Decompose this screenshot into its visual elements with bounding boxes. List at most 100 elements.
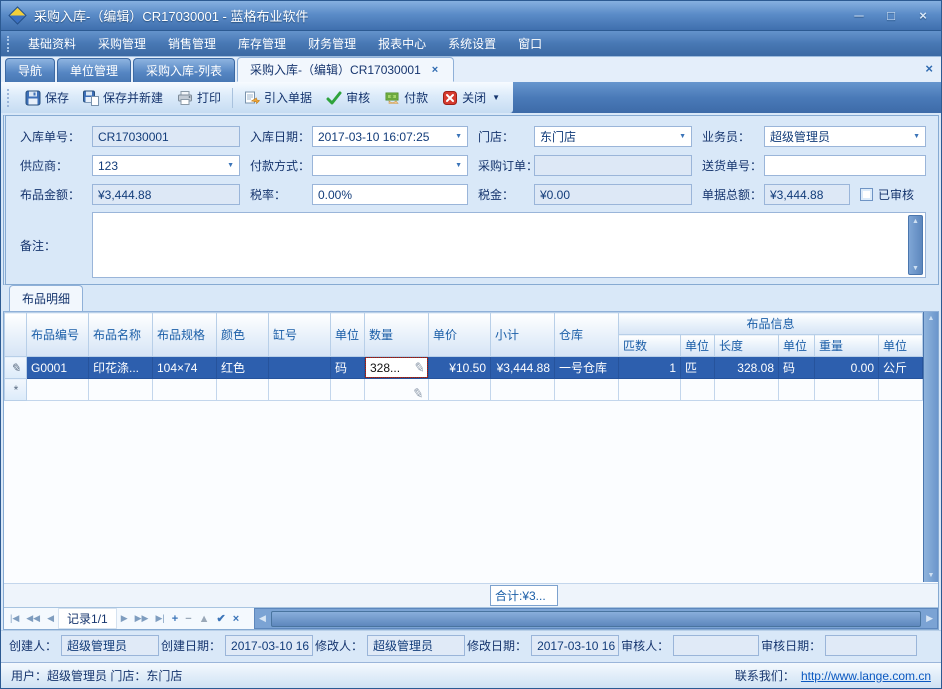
menu-settings[interactable]: 系统设置 (437, 31, 507, 56)
cell-length[interactable]: 328.08 (715, 357, 779, 379)
tab-purchase-list[interactable]: 采购入库-列表 (133, 58, 235, 82)
scroll-right-icon[interactable]: ▶ (922, 613, 937, 624)
tabstrip-close-icon[interactable]: × (925, 62, 933, 75)
col-header-length-unit[interactable]: 单位 (779, 335, 815, 357)
col-header-subtotal[interactable]: 小计 (491, 313, 555, 357)
col-header-code[interactable]: 布品编号 (27, 313, 89, 357)
qty-value[interactable]: 328... (370, 361, 414, 375)
next-page-button[interactable]: ▶▶ (132, 613, 152, 624)
qty-editor[interactable]: 328... ✎ (365, 357, 428, 378)
col-header-spec[interactable]: 布品规格 (153, 313, 217, 357)
payment-button[interactable]: 付款 (377, 86, 435, 109)
tab-purchase-edit[interactable]: 采购入库-（编辑）CR17030001 × (237, 57, 454, 82)
col-header-pieces-unit[interactable]: 单位 (681, 335, 715, 357)
grid-new-row[interactable]: * ✎ (5, 379, 923, 401)
remarks-textarea[interactable]: ▲ ▼ (92, 212, 926, 278)
grid-vertical-scrollbar[interactable]: ▲ ▼ (923, 312, 938, 582)
close-button[interactable]: × (913, 8, 933, 23)
cell-empty[interactable] (429, 379, 491, 401)
last-record-button[interactable]: ▶| (152, 613, 167, 624)
chevron-down-icon[interactable]: ▼ (451, 133, 462, 140)
minimize-button[interactable]: ─ (849, 8, 869, 23)
cell-empty[interactable] (491, 379, 555, 401)
cell-weight-unit[interactable]: 公斤 (879, 357, 923, 379)
chevron-down-icon[interactable]: ▼ (223, 162, 234, 169)
post-record-button[interactable]: ✔ (214, 612, 229, 625)
cell-qty-editor[interactable]: 328... ✎ (365, 357, 429, 379)
menu-purchase[interactable]: 采购管理 (87, 31, 157, 56)
col-header-length[interactable]: 长度 (715, 335, 779, 357)
audit-button[interactable]: 审核 (319, 86, 377, 109)
website-link[interactable]: http://www.lange.com.cn (801, 669, 931, 683)
col-header-warehouse[interactable]: 仓库 (555, 313, 619, 357)
chevron-down-icon[interactable]: ▼ (451, 162, 462, 169)
cell-empty[interactable] (217, 379, 269, 401)
scroll-down-icon[interactable]: ▼ (912, 265, 919, 272)
col-header-weight[interactable]: 重量 (815, 335, 879, 357)
delete-record-button[interactable]: − (182, 613, 194, 625)
menu-inventory[interactable]: 库存管理 (227, 31, 297, 56)
cell-empty[interactable] (89, 379, 153, 401)
import-document-button[interactable]: 引入单据 (237, 86, 319, 109)
cell-qty-new[interactable]: ✎ (365, 379, 429, 401)
scroll-down-icon[interactable]: ▼ (928, 572, 935, 579)
print-button[interactable]: 打印 (170, 86, 228, 109)
cell-weight[interactable]: 0.00 (815, 357, 879, 379)
chevron-down-icon[interactable]: ▼ (492, 93, 500, 102)
salesman-combo[interactable]: 超级管理员▼ (764, 126, 926, 147)
cell-pieces[interactable]: 1 (619, 357, 681, 379)
tab-unit-management[interactable]: 单位管理 (57, 58, 131, 82)
order-date-combo[interactable]: 2017-03-10 16:07:25▼ (312, 126, 468, 147)
insert-record-button[interactable]: + (169, 613, 181, 625)
cell-empty[interactable] (269, 379, 331, 401)
audited-checkbox[interactable] (860, 188, 873, 201)
tab-navigation[interactable]: 导航 (5, 58, 55, 82)
col-header-color[interactable]: 颜色 (217, 313, 269, 357)
cell-empty[interactable] (555, 379, 619, 401)
cell-empty[interactable] (815, 379, 879, 401)
menu-sales[interactable]: 销售管理 (157, 31, 227, 56)
save-button[interactable]: 保存 (18, 86, 76, 109)
cell-empty[interactable] (153, 379, 217, 401)
cell-empty[interactable] (619, 379, 681, 401)
col-header-name[interactable]: 布品名称 (89, 313, 153, 357)
tax-rate-input[interactable]: 0.00% (312, 184, 468, 205)
scroll-up-icon[interactable]: ▲ (928, 315, 935, 322)
cell-subtotal[interactable]: ¥3,444.88 (491, 357, 555, 379)
col-header-vat[interactable]: 缸号 (269, 313, 331, 357)
chevron-down-icon[interactable]: ▼ (909, 133, 920, 140)
cell-pieces-unit[interactable]: 匹 (681, 357, 715, 379)
cell-price[interactable]: ¥10.50 (429, 357, 491, 379)
col-header-price[interactable]: 单价 (429, 313, 491, 357)
remarks-scrollbar[interactable]: ▲ ▼ (908, 215, 923, 275)
scroll-up-icon[interactable]: ▲ (912, 218, 919, 225)
save-and-new-button[interactable]: 保存并新建 (76, 86, 170, 109)
prev-page-button[interactable]: ◀◀ (23, 613, 43, 624)
delivery-no-input[interactable] (764, 155, 926, 176)
cell-empty[interactable] (681, 379, 715, 401)
cell-warehouse[interactable]: 一号仓库 (555, 357, 619, 379)
cell-code[interactable]: G0001 (27, 357, 89, 379)
prev-record-button[interactable]: ◀ (44, 613, 57, 624)
cell-empty[interactable] (715, 379, 779, 401)
grid-horizontal-scrollbar[interactable]: ◀ ▶ (254, 608, 938, 629)
cell-spec[interactable]: 104×74 (153, 357, 217, 379)
menu-finance[interactable]: 财务管理 (297, 31, 367, 56)
col-header-unit[interactable]: 单位 (331, 313, 365, 357)
menu-reports[interactable]: 报表中心 (367, 31, 437, 56)
cell-empty[interactable] (879, 379, 923, 401)
col-header-pieces[interactable]: 匹数 (619, 335, 681, 357)
tab-fabric-detail[interactable]: 布品明细 (9, 285, 83, 311)
pencil-icon[interactable]: ✎ (413, 359, 427, 377)
cell-empty[interactable] (331, 379, 365, 401)
scroll-left-icon[interactable]: ◀ (255, 613, 270, 624)
scrollbar-thumb[interactable] (271, 611, 921, 627)
menu-window[interactable]: 窗口 (507, 31, 553, 56)
cell-empty[interactable] (779, 379, 815, 401)
supplier-combo[interactable]: 123▼ (92, 155, 240, 176)
cell-unit[interactable]: 码 (331, 357, 365, 379)
next-record-button[interactable]: ▶ (118, 613, 131, 624)
cell-vat[interactable] (269, 357, 331, 379)
payment-method-combo[interactable]: ▼ (312, 155, 468, 176)
col-header-qty[interactable]: 数量 (365, 313, 429, 357)
